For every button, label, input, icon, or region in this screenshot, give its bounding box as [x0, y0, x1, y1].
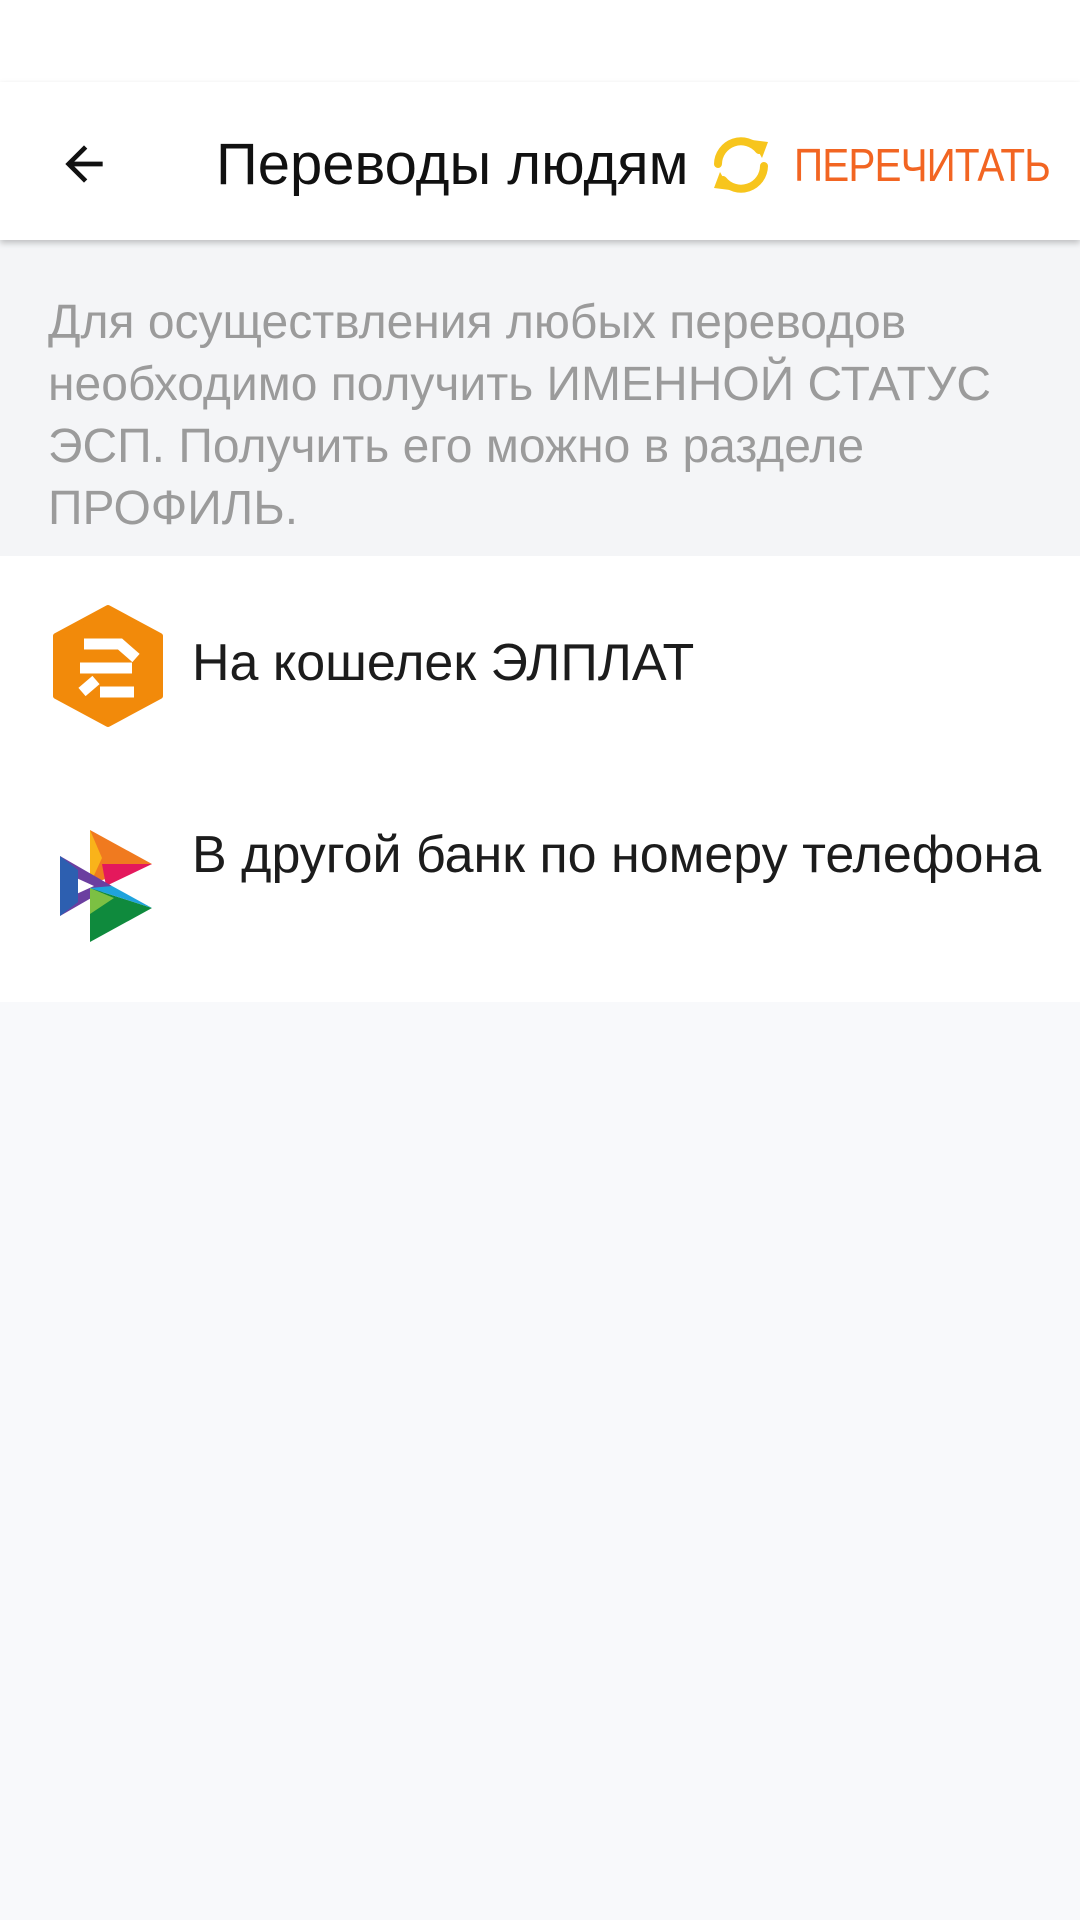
refresh-label: ПЕРЕЧИТАТЬ — [794, 139, 1051, 191]
page-title: Переводы людям — [216, 132, 689, 197]
sbp-logo-icon — [50, 826, 166, 942]
item-label: На кошелек ЭЛПЛАТ — [192, 634, 695, 692]
notice-text: Для осуществления любых переводов необхо… — [48, 296, 992, 535]
transfer-options-list: На кошелек ЭЛПЛАТ В другой банк по номер… — [0, 556, 1080, 1002]
top-app-bar: Переводы людям ПЕРЕЧИТАТЬ — [0, 82, 1080, 240]
list-item-other-bank-by-phone[interactable]: В другой банк по номеру телефона — [0, 778, 1080, 1002]
status-bar — [0, 0, 1080, 82]
back-button[interactable] — [40, 120, 128, 208]
app-screen: Переводы людям ПЕРЕЧИТАТЬ Для осуществле… — [0, 0, 1080, 1920]
notice-banner: Для осуществления любых переводов необхо… — [0, 240, 1080, 556]
item-label: В другой банк по номеру телефона — [192, 826, 1042, 884]
list-item-elplat-wallet[interactable]: На кошелек ЭЛПЛАТ — [0, 556, 1080, 778]
arrow-left-icon — [65, 145, 103, 183]
elplat-logo-icon — [50, 604, 166, 727]
refresh-icon — [706, 126, 776, 204]
refresh-button[interactable]: ПЕРЕЧИТАТЬ — [706, 120, 1066, 210]
